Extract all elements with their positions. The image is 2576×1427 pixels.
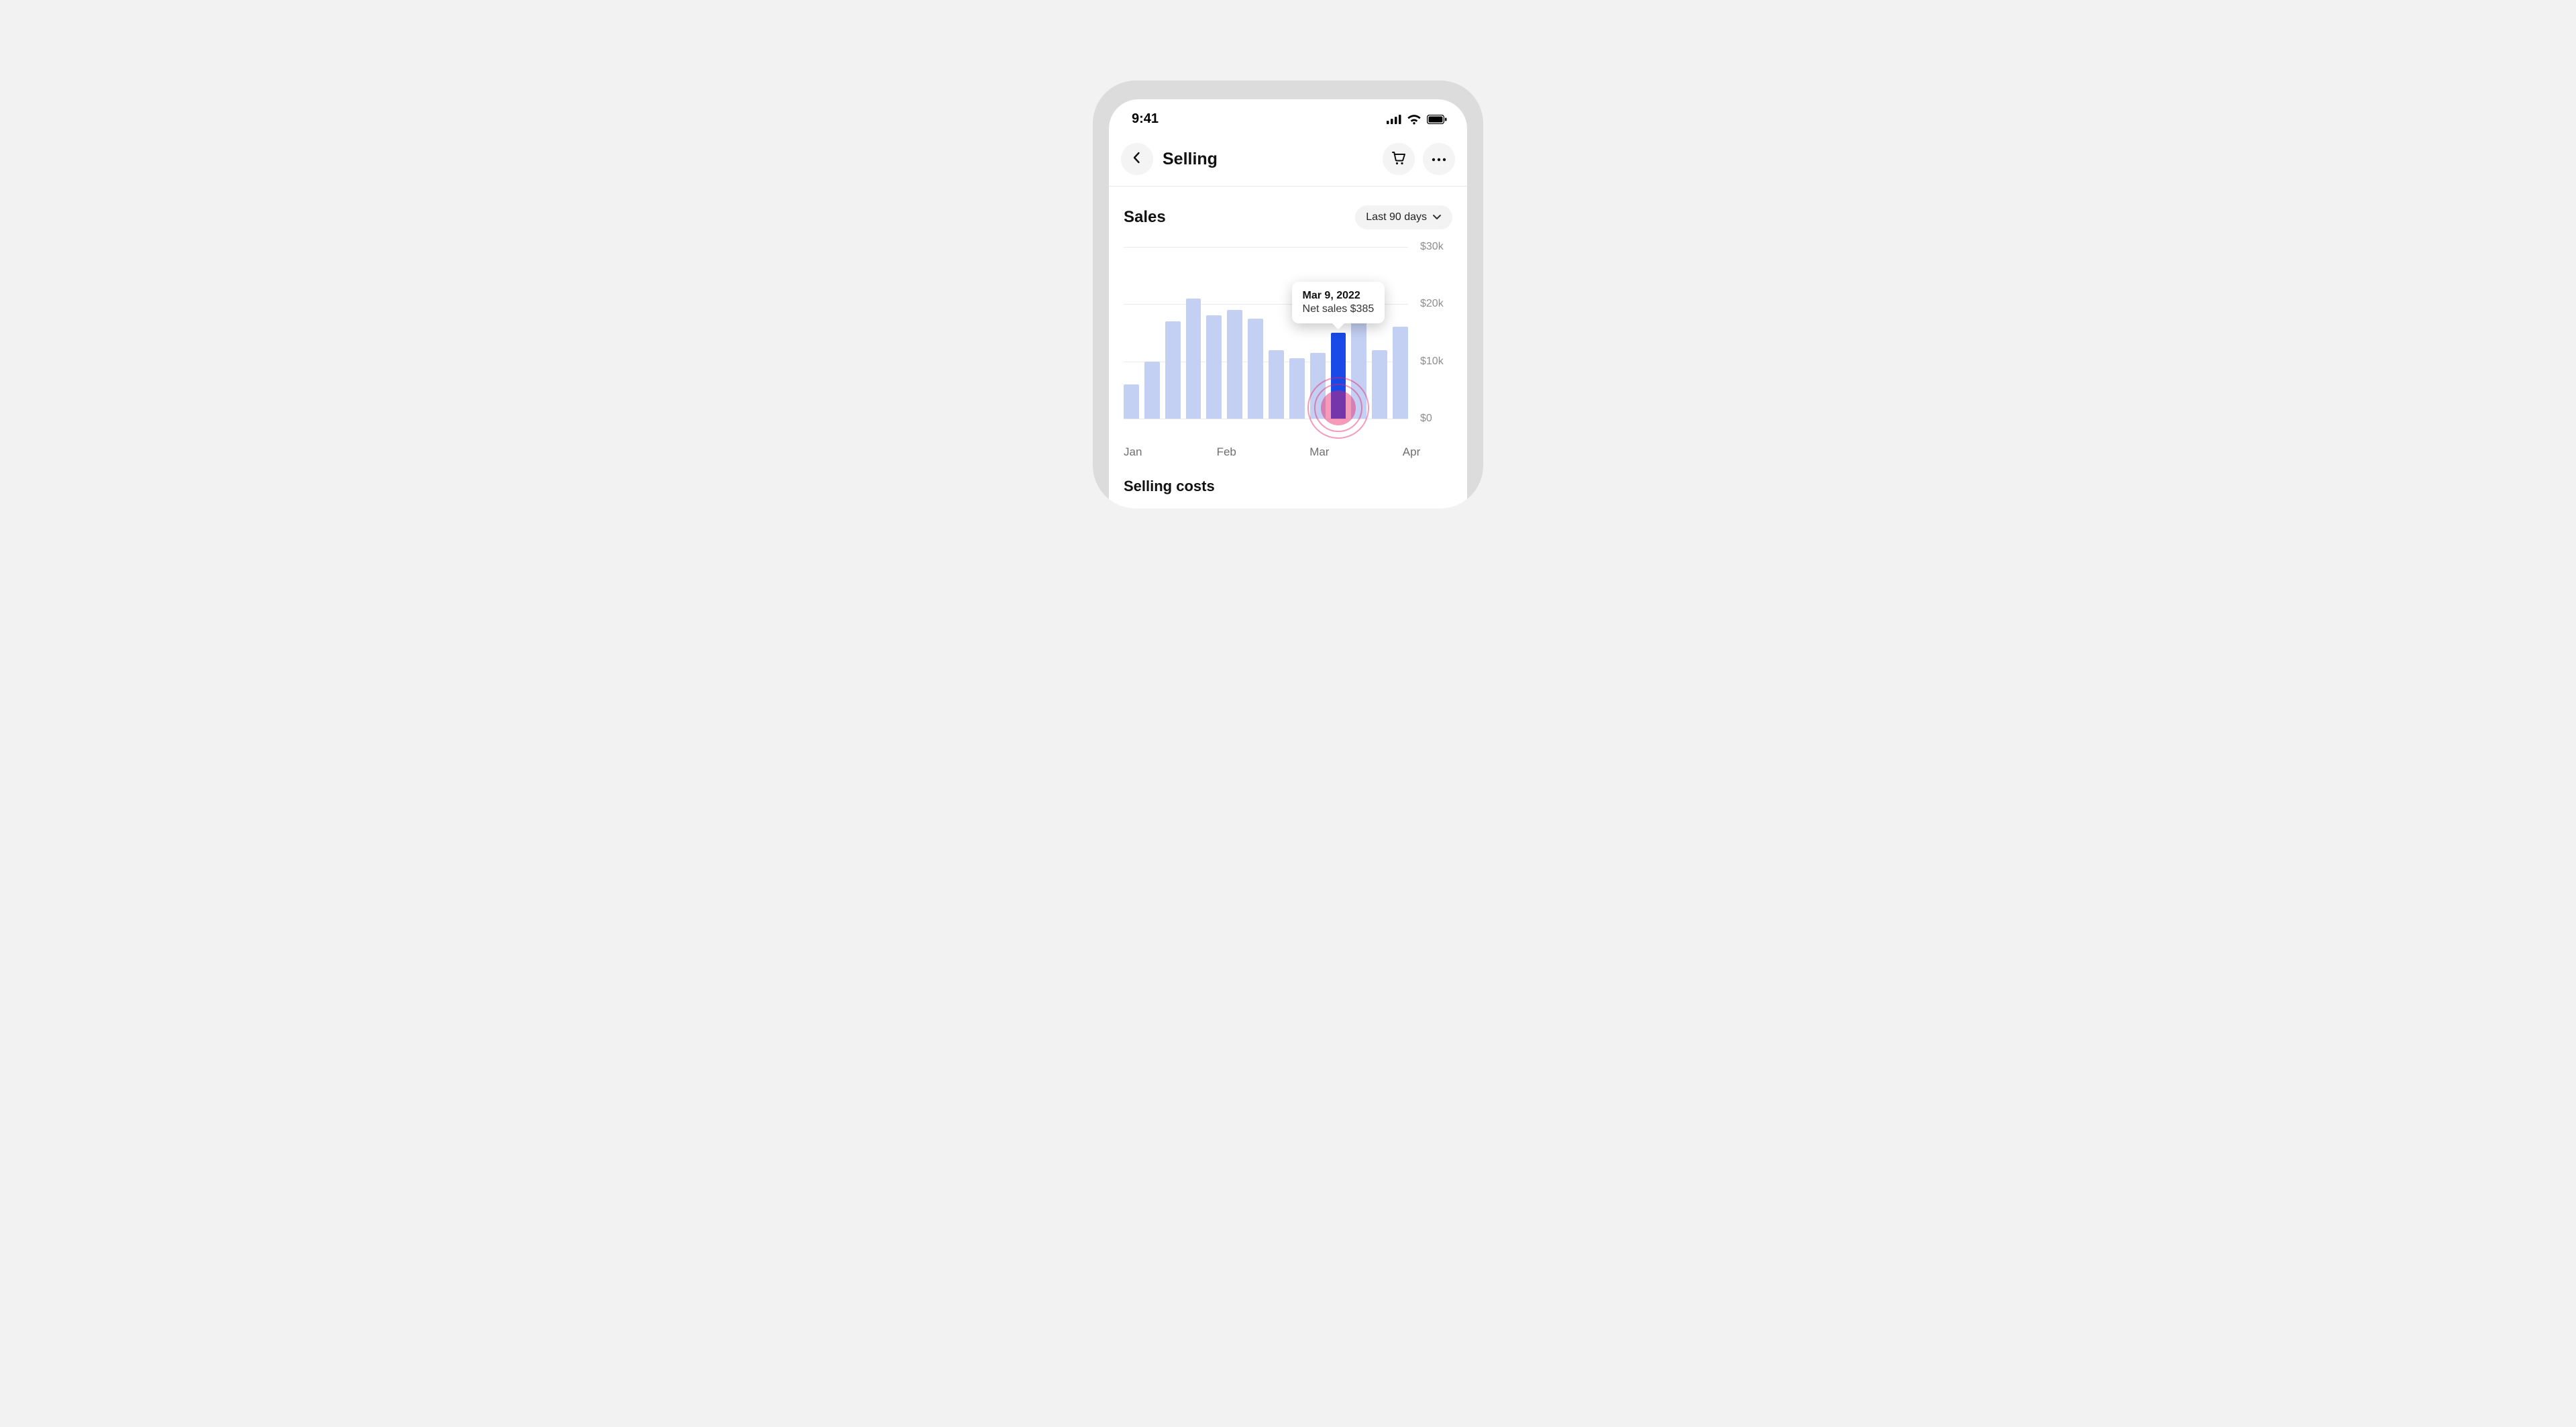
device-frame: 9:41 Selling (1093, 81, 1483, 509)
status-time: 9:41 (1132, 111, 1159, 127)
battery-icon (1427, 115, 1447, 124)
wifi-icon (1407, 114, 1421, 125)
more-horizontal-icon (1432, 153, 1446, 165)
screen: 9:41 Selling (1109, 99, 1467, 509)
page-title: Selling (1163, 150, 1218, 169)
x-tick: Apr (1403, 445, 1420, 459)
chevron-down-icon (1432, 214, 1442, 221)
y-tick: $0 (1420, 413, 1432, 425)
bars (1124, 247, 1408, 419)
tooltip-date: Mar 9, 2022 (1303, 290, 1375, 302)
y-tick: $20k (1420, 298, 1444, 310)
chart-bar[interactable] (1393, 327, 1408, 419)
chart-bar[interactable] (1186, 299, 1201, 419)
content: Sales Last 90 days Mar 9, 2022Net sales … (1109, 187, 1467, 509)
chart-plot[interactable]: Mar 9, 2022Net sales $385 (1124, 247, 1408, 419)
nav-left: Selling (1121, 143, 1218, 175)
selling-costs-title: Selling costs (1124, 478, 1452, 495)
chart-bar[interactable] (1269, 350, 1284, 419)
chart-bar-highlight[interactable] (1331, 333, 1346, 419)
chart-bar[interactable] (1351, 310, 1366, 419)
chart-bar[interactable] (1248, 319, 1263, 419)
cart-button[interactable] (1383, 143, 1415, 175)
chart-tooltip: Mar 9, 2022Net sales $385 (1292, 282, 1385, 323)
y-axis: $30k$20k$10k$0 (1416, 247, 1452, 419)
x-tick: Feb (1217, 445, 1236, 459)
back-button[interactable] (1121, 143, 1153, 175)
chart-bar[interactable] (1310, 353, 1326, 419)
sales-title: Sales (1124, 208, 1166, 227)
x-tick: Jan (1124, 445, 1142, 459)
date-range-label: Last 90 days (1366, 211, 1427, 223)
more-button[interactable] (1423, 143, 1455, 175)
chart-bar[interactable] (1227, 310, 1242, 419)
status-bar: 9:41 (1109, 99, 1467, 134)
chart-bar[interactable] (1289, 358, 1305, 419)
y-tick: $10k (1420, 356, 1444, 368)
y-tick: $30k (1420, 241, 1444, 253)
date-range-selector[interactable]: Last 90 days (1355, 205, 1452, 229)
chart-bar[interactable] (1165, 321, 1181, 419)
nav-bar: Selling (1109, 134, 1467, 187)
status-icons (1387, 114, 1447, 125)
tooltip-metric: Net sales $385 (1303, 303, 1375, 315)
chart-bar[interactable] (1206, 315, 1222, 419)
sales-chart: Mar 9, 2022Net sales $385 $30k$20k$10k$0… (1124, 247, 1452, 445)
x-tick: Mar (1309, 445, 1329, 459)
nav-right (1383, 143, 1455, 175)
chart-bar[interactable] (1144, 362, 1160, 419)
chart-bar[interactable] (1124, 384, 1139, 419)
chevron-left-icon (1130, 151, 1144, 168)
cellular-icon (1387, 115, 1401, 124)
sales-header: Sales Last 90 days (1124, 205, 1452, 229)
cart-icon (1391, 150, 1407, 169)
chart-bar[interactable] (1372, 350, 1387, 419)
